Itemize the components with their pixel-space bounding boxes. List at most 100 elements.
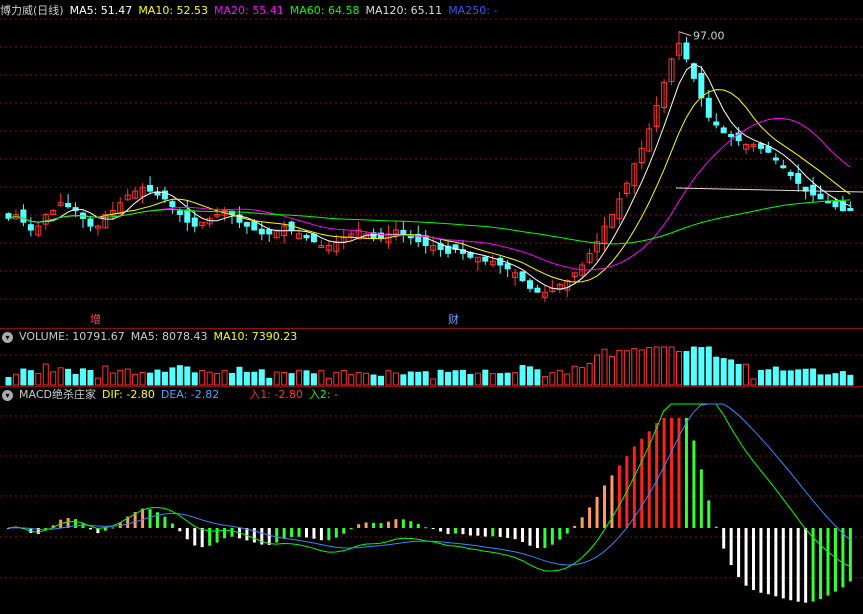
volume-bar (370, 374, 377, 386)
volume-bar (504, 372, 511, 386)
volume-bar (340, 369, 347, 386)
marker-zeng[interactable]: 增 (88, 314, 103, 326)
macd-histogram-bar (513, 528, 517, 540)
candle-body (705, 97, 712, 118)
volume-bar (757, 370, 764, 386)
volume-menu-icon[interactable]: ▾ (2, 331, 13, 343)
candle-body (176, 210, 183, 215)
macd-histogram-bar (290, 528, 294, 537)
macd-histogram-bar (550, 528, 554, 545)
macd-histogram-bar (804, 528, 808, 603)
volume-bar (310, 373, 317, 386)
volume-bar (579, 367, 586, 386)
macd-histogram-bar (833, 528, 837, 592)
macd-histogram-bar (841, 528, 845, 588)
volume-bar (273, 371, 280, 386)
volume-bar (229, 372, 235, 386)
volume-bar (378, 375, 384, 386)
ma10-line (8, 89, 851, 283)
candle-body (400, 229, 407, 235)
volume-ma10: MA10: 7390.23 (213, 330, 298, 343)
macd-histogram-bar (88, 528, 92, 530)
macd-histogram-bar (506, 528, 510, 538)
volume-bar (400, 374, 407, 386)
volume-bar (430, 378, 437, 386)
volume-bar (199, 370, 206, 386)
volume-bar (467, 373, 474, 386)
marker-cai[interactable]: 财 (446, 314, 461, 326)
candle-body (728, 134, 735, 138)
macd-histogram-bar (744, 528, 748, 586)
volume-bar (534, 369, 541, 386)
volume-bar (608, 355, 615, 386)
macd-histogram-bar (327, 528, 331, 541)
macd-legend: ▾ MACD绝杀庄家 DIF: -2.80 DEA: -2.82 入1: -2.… (0, 388, 338, 402)
volume-bar (27, 370, 34, 386)
volume-bar (154, 369, 161, 386)
volume-bar (191, 372, 198, 386)
volume-bar (117, 369, 124, 386)
macd-histogram-bar (819, 528, 823, 600)
volume-bar (452, 370, 459, 386)
volume-bar (787, 370, 794, 386)
volume-bar (564, 373, 571, 386)
volume-bar (646, 347, 653, 386)
macd-in2: 入2: - (308, 388, 339, 401)
macd-histogram-bar (662, 418, 666, 528)
volume-legend: ▾ VOLUME: 10791.67 MA5: 8078.43 MA10: 73… (0, 330, 297, 344)
volume-bar (206, 371, 213, 386)
volume-macd-divider (0, 386, 863, 387)
volume-bar (594, 354, 601, 386)
stock-chart-canvas[interactable]: 97.00 (0, 0, 863, 614)
macd-histogram-bar (454, 528, 457, 534)
macd-histogram-bar (379, 523, 383, 528)
macd-histogram-bar (565, 528, 569, 534)
macd-histogram-bar (297, 528, 301, 537)
volume-bar (94, 377, 101, 386)
volume-bar (698, 347, 705, 386)
volume-bar (676, 351, 682, 386)
macd-histogram-bar (170, 523, 174, 528)
macd-histogram-bar (655, 423, 659, 528)
volume-bar (735, 363, 742, 386)
volume-bar (810, 368, 817, 386)
candle-body (184, 209, 191, 223)
candle-body (504, 263, 511, 270)
candle-body (303, 235, 310, 239)
macd-histogram-bar (439, 528, 443, 532)
macd-histogram-bar (774, 528, 778, 597)
volume-bar (266, 377, 273, 386)
volume-bar (839, 371, 846, 386)
volume-bar (690, 346, 697, 386)
candle-body (810, 184, 817, 196)
macd-histogram-bar (312, 528, 316, 539)
volume-bar (72, 373, 79, 386)
volume-bar (5, 377, 12, 386)
macd-histogram-bar (521, 528, 525, 543)
volume-bar (161, 371, 168, 386)
volume-bar (683, 351, 690, 386)
volume-bar (348, 374, 355, 386)
volume-bar (415, 371, 422, 386)
volume-bar (65, 368, 72, 386)
volume-bar (124, 368, 131, 386)
volume-bar (42, 363, 49, 386)
candle-body (258, 228, 265, 235)
volume-bar (586, 362, 593, 386)
candle-body (698, 72, 705, 99)
macd-histogram-bar (178, 528, 182, 532)
volume-bar (12, 373, 19, 386)
macd-histogram-bar (416, 523, 420, 528)
macd-menu-icon[interactable]: ▾ (2, 389, 13, 401)
macd-histogram-bar (394, 519, 398, 528)
macd-histogram-bar (193, 528, 197, 546)
macd-histogram-bar (699, 469, 703, 528)
macd-histogram-bar (535, 528, 539, 549)
volume-bar (661, 346, 668, 386)
volume-bar (392, 372, 399, 386)
macd-histogram-bar (357, 524, 361, 528)
macd-histogram-bar (185, 528, 189, 540)
volume-bar (333, 371, 340, 386)
candle-body (757, 143, 764, 149)
volume-bar (57, 367, 64, 386)
